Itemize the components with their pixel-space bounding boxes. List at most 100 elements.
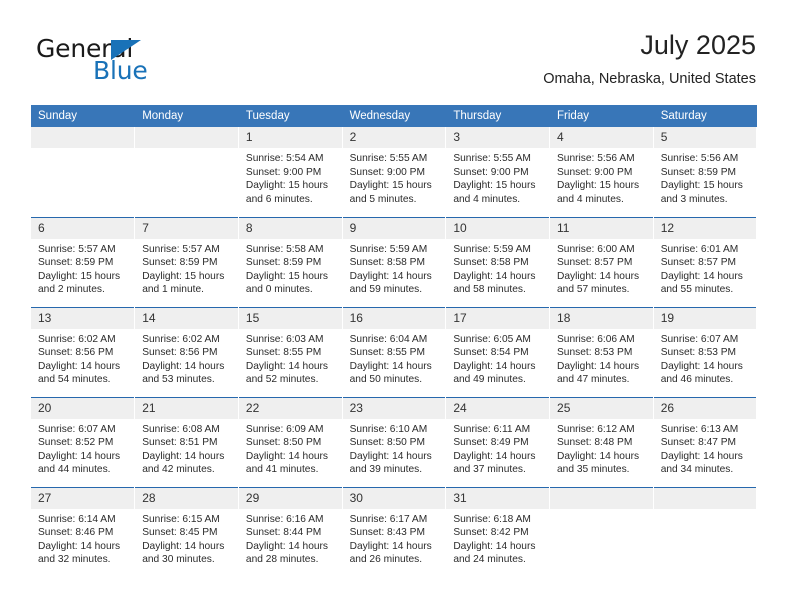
- day-sun-details: Sunrise: 5:57 AM Sunset: 8:59 PM Daylight:…: [135, 239, 238, 297]
- calendar-day-cell[interactable]: 21 Sunrise: 6:08 AM Sunset: 8:51 PM Dayligh…: [134, 396, 239, 487]
- daylight-text-continued: and 49 minutes.: [453, 374, 526, 386]
- calendar-day-cell[interactable]: 11 Sunrise: 6:00 AM Sunset: 8:57 PM Dayligh…: [549, 216, 654, 307]
- calendar-day-cell[interactable]: 5 Sunrise: 5:56 AM Sunset: 8:59 PM Daylight…: [653, 127, 758, 217]
- day-cell-inner: [653, 487, 757, 578]
- calendar-day-cell[interactable]: 14 Sunrise: 6:02 AM Sunset: 8:56 PM Dayligh…: [134, 306, 239, 397]
- calendar-day-cell[interactable]: 10 Sunrise: 5:59 AM Sunset: 8:58 PM Dayligh…: [445, 216, 551, 307]
- calendar-day-cell[interactable]: 13 Sunrise: 6:02 AM Sunset: 8:56 PM Dayligh…: [31, 306, 136, 397]
- calendar-day-cell[interactable]: 25 Sunrise: 6:12 AM Sunset: 8:48 PM Dayligh…: [549, 396, 654, 487]
- calendar-day-cell[interactable]: 6 Sunrise: 5:57 AM Sunset: 8:59 PM Daylight…: [31, 216, 136, 307]
- day-cell-inner: 19 Sunrise: 6:07 AM Sunset: 8:53 PM Dayligh…: [653, 307, 757, 397]
- day-cell-inner: 6 Sunrise: 5:57 AM Sunset: 8:59 PM Daylight…: [31, 217, 135, 307]
- sunset-text: Sunset: 8:46 PM: [38, 527, 114, 539]
- daylight-text-continued: and 41 minutes.: [245, 464, 319, 476]
- sunrise-text: Sunrise: 6:07 AM: [38, 423, 116, 435]
- day-cell-inner: 29 Sunrise: 6:16 AM Sunset: 8:44 PM Dayligh…: [238, 487, 342, 578]
- daylight-text-continued: and 46 minutes.: [660, 374, 734, 386]
- day-number: 15: [238, 307, 342, 329]
- day-cell-inner: 8 Sunrise: 5:58 AM Sunset: 8:59 PM Daylight…: [238, 217, 342, 307]
- daylight-text: Daylight: 14 hours: [557, 270, 640, 282]
- day-number: 21: [135, 397, 238, 419]
- day-sun-details: Sunrise: 6:09 AM Sunset: 8:50 PM Daylight:…: [239, 419, 342, 477]
- day-number: 7: [135, 217, 238, 239]
- day-cell-inner: 3 Sunrise: 5:55 AM Sunset: 9:00 PM Daylight…: [446, 127, 550, 217]
- day-sun-details: Sunrise: 5:59 AM Sunset: 8:58 PM Daylight:…: [446, 239, 549, 297]
- sunset-text: Sunset: 8:43 PM: [349, 527, 425, 539]
- calendar-day-cell[interactable]: 3 Sunrise: 5:55 AM Sunset: 9:00 PM Daylight…: [445, 127, 551, 217]
- day-number: 20: [31, 397, 135, 419]
- day-number: 13: [31, 307, 135, 329]
- weekday-header-row: Sunday Monday Tuesday Wednesday Thursday…: [31, 105, 758, 127]
- sunset-text: Sunset: 8:45 PM: [142, 527, 218, 539]
- sunset-text: Sunset: 8:55 PM: [349, 347, 425, 359]
- day-cell-inner: 16 Sunrise: 6:04 AM Sunset: 8:55 PM Dayligh…: [342, 307, 446, 397]
- day-number: 29: [238, 487, 342, 509]
- day-sun-details: [135, 148, 238, 152]
- calendar-day-cell[interactable]: 4 Sunrise: 5:56 AM Sunset: 9:00 PM Daylight…: [549, 127, 654, 217]
- calendar-week-row: 1 Sunrise: 5:54 AM Sunset: 9:00 PM Daylight…: [31, 127, 758, 217]
- day-cell-inner: [135, 127, 238, 217]
- sunrise-text: Sunrise: 5:56 AM: [557, 153, 635, 164]
- weekday-header-monday: Monday: [134, 105, 239, 127]
- sunrise-text: Sunrise: 6:02 AM: [142, 333, 220, 345]
- day-sun-details: Sunrise: 6:18 AM Sunset: 8:42 PM Daylight:…: [446, 509, 549, 567]
- day-cell-inner: 9 Sunrise: 5:59 AM Sunset: 8:58 PM Daylight…: [342, 217, 446, 307]
- daylight-text: Daylight: 14 hours: [660, 450, 743, 462]
- calendar-day-cell[interactable]: 23 Sunrise: 6:10 AM Sunset: 8:50 PM Dayligh…: [342, 396, 447, 487]
- day-number: 26: [653, 397, 757, 419]
- day-cell-inner: 10 Sunrise: 5:59 AM Sunset: 8:58 PM Dayligh…: [446, 217, 550, 307]
- daylight-text: Daylight: 14 hours: [349, 270, 432, 282]
- day-cell-inner: [31, 127, 135, 217]
- calendar-day-cell[interactable]: 24 Sunrise: 6:11 AM Sunset: 8:49 PM Dayligh…: [445, 396, 551, 487]
- day-number: 5: [653, 127, 757, 148]
- daylight-text-continued: and 42 minutes.: [142, 464, 215, 476]
- daylight-text: Daylight: 14 hours: [557, 450, 640, 462]
- calendar-day-cell[interactable]: 17 Sunrise: 6:05 AM Sunset: 8:54 PM Dayligh…: [445, 306, 551, 397]
- sunrise-text: Sunrise: 6:10 AM: [349, 423, 428, 435]
- calendar-day-cell[interactable]: 31 Sunrise: 6:18 AM Sunset: 8:42 PM Dayligh…: [445, 486, 551, 577]
- calendar-day-cell[interactable]: 9 Sunrise: 5:59 AM Sunset: 8:58 PM Daylight…: [342, 216, 447, 307]
- calendar-day-cell[interactable]: 8 Sunrise: 5:58 AM Sunset: 8:59 PM Daylight…: [238, 216, 343, 307]
- calendar-day-cell[interactable]: 7 Sunrise: 5:57 AM Sunset: 8:59 PM Daylight…: [134, 216, 239, 307]
- sunrise-text: Sunrise: 5:58 AM: [245, 243, 324, 255]
- calendar-day-cell[interactable]: 18 Sunrise: 6:06 AM Sunset: 8:53 PM Dayligh…: [549, 306, 654, 397]
- calendar-day-cell[interactable]: 28 Sunrise: 6:15 AM Sunset: 8:45 PM Dayligh…: [134, 486, 239, 577]
- day-sun-details: Sunrise: 6:11 AM Sunset: 8:49 PM Daylight:…: [446, 419, 549, 477]
- calendar-day-cell[interactable]: 22 Sunrise: 6:09 AM Sunset: 8:50 PM Dayligh…: [238, 396, 343, 487]
- sunset-text: Sunset: 9:00 PM: [453, 166, 529, 178]
- calendar-week-row: 6 Sunrise: 5:57 AM Sunset: 8:59 PM Daylight…: [31, 216, 758, 307]
- sunset-text: Sunset: 8:59 PM: [245, 257, 322, 269]
- calendar-day-cell[interactable]: 29 Sunrise: 6:16 AM Sunset: 8:44 PM Dayligh…: [238, 486, 343, 578]
- daylight-text: Daylight: 14 hours: [38, 450, 121, 462]
- daylight-text: Daylight: 15 hours: [142, 270, 225, 282]
- day-number: [653, 487, 757, 509]
- calendar-day-cell-empty: [653, 486, 758, 578]
- calendar-day-cell[interactable]: 30 Sunrise: 6:17 AM Sunset: 8:43 PM Dayligh…: [342, 486, 447, 577]
- daylight-text: Daylight: 14 hours: [453, 270, 536, 282]
- calendar-day-cell[interactable]: 27 Sunrise: 6:14 AM Sunset: 8:46 PM Dayligh…: [31, 486, 136, 577]
- day-sun-details: Sunrise: 6:00 AM Sunset: 8:57 PM Daylight:…: [550, 239, 653, 297]
- calendar-day-cell[interactable]: 20 Sunrise: 6:07 AM Sunset: 8:52 PM Dayligh…: [31, 396, 136, 487]
- calendar-day-cell[interactable]: 1 Sunrise: 5:54 AM Sunset: 9:00 PM Daylight…: [238, 127, 343, 217]
- daylight-text-continued: and 5 minutes.: [349, 193, 417, 205]
- sunrise-text: Sunrise: 6:01 AM: [660, 243, 739, 255]
- weekday-header-saturday: Saturday: [653, 105, 758, 127]
- sunset-text: Sunset: 9:00 PM: [349, 166, 425, 178]
- daylight-text-continued: and 34 minutes.: [660, 464, 734, 476]
- calendar-day-cell[interactable]: 15 Sunrise: 6:03 AM Sunset: 8:55 PM Dayligh…: [238, 306, 343, 397]
- daylight-text-continued: and 58 minutes.: [453, 284, 526, 296]
- day-cell-inner: 4 Sunrise: 5:56 AM Sunset: 9:00 PM Daylight…: [550, 127, 653, 217]
- calendar-day-cell[interactable]: 26 Sunrise: 6:13 AM Sunset: 8:47 PM Dayligh…: [653, 396, 758, 487]
- calendar-day-cell[interactable]: 19 Sunrise: 6:07 AM Sunset: 8:53 PM Dayligh…: [653, 306, 758, 397]
- calendar-day-cell[interactable]: 2 Sunrise: 5:55 AM Sunset: 9:00 PM Daylight…: [342, 127, 447, 217]
- day-cell-inner: 5 Sunrise: 5:56 AM Sunset: 8:59 PM Daylight…: [653, 127, 757, 217]
- day-sun-details: Sunrise: 5:55 AM Sunset: 9:00 PM Daylight:…: [446, 148, 549, 206]
- daylight-text: Daylight: 14 hours: [453, 360, 536, 372]
- day-number: 18: [550, 307, 653, 329]
- day-cell-inner: 25 Sunrise: 6:12 AM Sunset: 8:48 PM Dayligh…: [550, 397, 653, 487]
- daylight-text: Daylight: 15 hours: [660, 180, 743, 192]
- calendar-day-cell[interactable]: 16 Sunrise: 6:04 AM Sunset: 8:55 PM Dayligh…: [342, 306, 447, 397]
- day-cell-inner: 14 Sunrise: 6:02 AM Sunset: 8:56 PM Dayligh…: [135, 307, 238, 397]
- day-cell-inner: [550, 487, 653, 578]
- calendar-day-cell[interactable]: 12 Sunrise: 6:01 AM Sunset: 8:57 PM Dayligh…: [653, 216, 758, 307]
